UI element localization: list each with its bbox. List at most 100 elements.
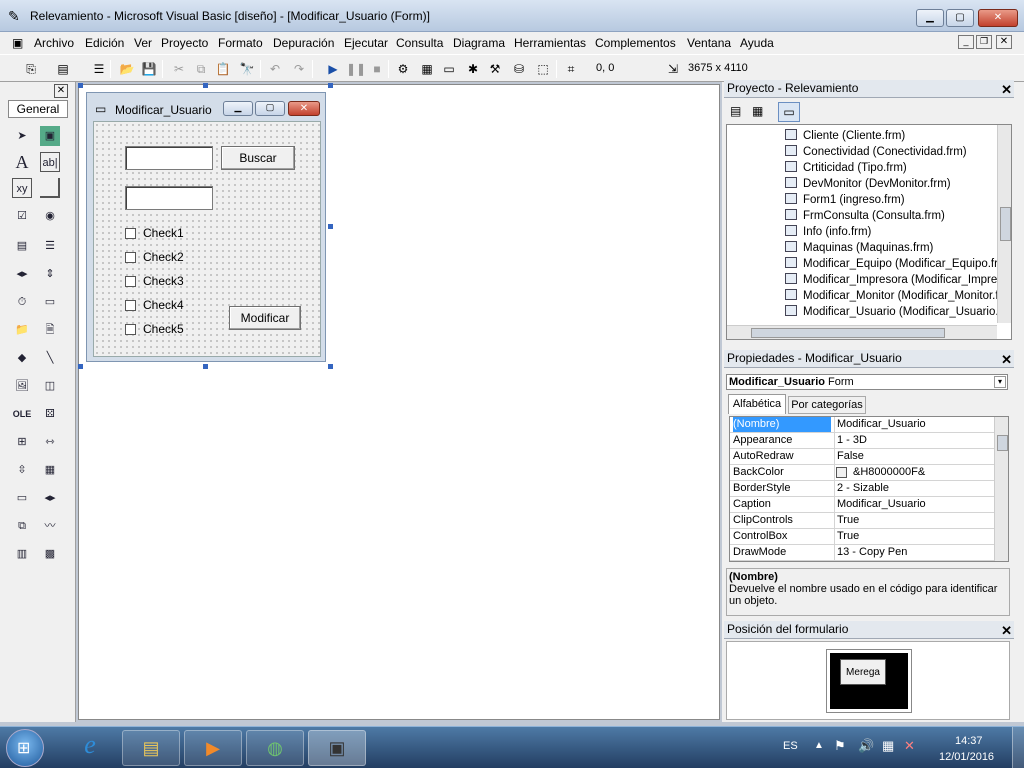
tree-item[interactable]: Info (info.frm) — [785, 225, 871, 241]
listbox-tool-icon[interactable]: ☰ — [40, 236, 60, 256]
menu-editor-icon[interactable]: ☰ — [90, 60, 108, 78]
object-selector[interactable]: Modificar_Usuario Form ▾ — [726, 374, 1008, 390]
explorer-taskbar-icon[interactable]: ▤ — [122, 730, 180, 766]
frame-tool-icon[interactable]: xy — [12, 178, 32, 198]
textbox-tool-icon[interactable]: ab| — [40, 152, 60, 172]
tab-por-categorias[interactable]: Por categorías — [788, 396, 866, 414]
volume-icon[interactable]: 🔊 — [858, 738, 874, 754]
form-layout-icon[interactable]: ▭ — [440, 60, 458, 78]
view-code-icon[interactable]: ▤ — [730, 104, 741, 118]
undo-icon[interactable]: ↶ — [266, 60, 284, 78]
action-center-icon[interactable]: ⚑ — [834, 738, 846, 754]
optionbutton-tool-icon[interactable]: ◉ — [40, 206, 60, 226]
menu-edicion[interactable]: Edición — [85, 36, 124, 50]
textbox-2[interactable] — [125, 186, 213, 210]
tree-item[interactable]: DevMonitor (DevMonitor.frm) — [785, 177, 951, 193]
commondialog-tool-icon[interactable]: ⚄ — [40, 404, 60, 424]
resize-handle[interactable] — [203, 83, 208, 88]
resize-handle[interactable] — [78, 83, 83, 88]
cut-icon[interactable]: ✂ — [170, 60, 188, 78]
project-explorer-icon[interactable]: ⚙ — [394, 60, 412, 78]
toolbox-icon[interactable]: ⚒ — [486, 60, 504, 78]
menu-proyecto[interactable]: Proyecto — [161, 36, 208, 50]
tree-item[interactable]: FrmConsulta (Consulta.frm) — [785, 209, 945, 225]
minimize-button[interactable]: ▁ — [916, 9, 944, 27]
menu-formato[interactable]: Formato — [218, 36, 263, 50]
tree-item[interactable]: Modificar_Monitor (Modificar_Monitor.fr — [785, 289, 1002, 305]
menu-ayuda[interactable]: Ayuda — [740, 36, 774, 50]
menu-ejecutar[interactable]: Ejecutar — [344, 36, 388, 50]
data-tool-icon[interactable]: ◫ — [40, 376, 60, 396]
copy-icon[interactable]: ⧉ — [192, 60, 210, 78]
buscar-button[interactable]: Buscar — [221, 146, 295, 170]
resize-handle[interactable] — [328, 364, 333, 369]
ole-tool-icon[interactable]: OLE — [12, 404, 32, 424]
tree-item[interactable]: Maquinas (Maquinas.frm) — [785, 241, 933, 257]
tree-item-selected[interactable]: Modificar_Usuario (Modificar_Usuario.fr — [785, 305, 1006, 321]
dbgrid-tool-icon[interactable]: ⊞ — [12, 432, 32, 452]
mdi-close-button[interactable]: ✕ — [996, 35, 1012, 49]
properties-grid[interactable]: (Nombre) Modificar_Usuario Appearance 1 - … — [729, 416, 1009, 562]
visual-component-manager-icon[interactable]: ⬚ — [534, 60, 552, 78]
resize-handle[interactable] — [78, 364, 83, 369]
clock-time[interactable]: 14:37 — [955, 735, 983, 747]
dirlistbox-tool-icon[interactable]: 📁 — [12, 320, 32, 340]
line-tool-icon[interactable]: ╲ — [40, 348, 60, 368]
prop-row[interactable]: AutoRedraw False — [730, 449, 994, 465]
resize-handle[interactable] — [328, 83, 333, 88]
textbox-1[interactable] — [125, 146, 213, 170]
commandbutton-tool-icon[interactable] — [40, 178, 60, 198]
properties-vscrollbar[interactable] — [994, 417, 1008, 561]
prop-row[interactable]: (Nombre) Modificar_Usuario — [730, 417, 994, 433]
start-icon[interactable]: ▶ — [324, 60, 342, 78]
mschart-tool-icon[interactable]: 〰 — [40, 516, 60, 536]
stop-icon[interactable]: ■ — [368, 60, 386, 78]
vb-app-icon[interactable]: ✎ — [8, 8, 24, 24]
form-window[interactable]: ▭ Modificar_Usuario ▁ ▢ ✕ Buscar Check1 … — [86, 92, 326, 362]
mdi-minimize-button[interactable]: _ — [958, 35, 974, 49]
menu-diagrama[interactable]: Diagrama — [453, 36, 505, 50]
show-desktop-button[interactable] — [1012, 727, 1024, 768]
toggle-folders-icon[interactable]: ▭ — [778, 102, 800, 122]
menu-depuracion[interactable]: Depuración — [273, 36, 334, 50]
scroll-thumb[interactable] — [997, 435, 1008, 451]
doc-icon[interactable]: ▣ — [12, 36, 23, 50]
properties-window-icon[interactable]: ▦ — [418, 60, 436, 78]
tree-item[interactable]: Modificar_Impresora (Modificar_Impreso — [785, 273, 1009, 289]
add-project-icon[interactable]: ⎘ — [22, 60, 40, 78]
tree-item[interactable]: Modificar_Equipo (Modificar_Equipo.frm — [785, 257, 1008, 273]
form-client-area[interactable]: Buscar Check1 Check2 Check3 Check4 Check… — [93, 121, 321, 357]
network-error-icon[interactable]: ✕ — [904, 738, 915, 754]
add-form-icon[interactable]: ▤ — [54, 60, 72, 78]
menu-ver[interactable]: Ver — [134, 36, 152, 50]
prop-row[interactable]: Caption Modificar_Usuario — [730, 497, 994, 513]
imagelist-tool-icon[interactable]: ⧉ — [12, 516, 32, 536]
media-player-taskbar-icon[interactable]: ▶ — [184, 730, 242, 766]
language-indicator[interactable]: ES — [783, 740, 798, 752]
menu-complementos[interactable]: Complementos — [595, 36, 676, 50]
filelistbox-tool-icon[interactable]: 🗎 — [40, 320, 60, 340]
dbcombo-tool-icon[interactable]: ⇿ — [40, 432, 60, 452]
prop-row[interactable]: BorderStyle 2 - Sizable — [730, 481, 994, 497]
picturebox-tool-icon[interactable]: ▣ — [40, 126, 60, 146]
timer-tool-icon[interactable]: ⏱ — [12, 292, 32, 312]
scroll-thumb[interactable] — [1000, 207, 1011, 241]
checkbox-tool-icon[interactable]: ☑ — [12, 206, 32, 226]
tree-item[interactable]: Crtiticidad (Tipo.frm) — [785, 161, 907, 177]
app-taskbar-icon[interactable]: ◍ — [246, 730, 304, 766]
tab-alfabetica[interactable]: Alfabética — [728, 394, 786, 414]
paste-icon[interactable]: 📋 — [214, 60, 232, 78]
drivelistbox-tool-icon[interactable]: ▭ — [40, 292, 60, 312]
updown-tool-icon[interactable]: ⇳ — [12, 460, 32, 480]
scroll-thumb[interactable] — [751, 328, 945, 338]
clock-date[interactable]: 12/01/2016 — [939, 751, 994, 763]
prop-row[interactable]: ControlBox True — [730, 529, 994, 545]
resize-handle[interactable] — [203, 364, 208, 369]
tree-item[interactable]: Cliente (Cliente.frm) — [785, 129, 905, 145]
vscrollbar-tool-icon[interactable]: ⇕ — [40, 264, 60, 284]
prop-row[interactable]: BackColor &H8000000F& — [730, 465, 994, 481]
project-vscrollbar[interactable] — [997, 125, 1011, 323]
project-close-icon[interactable]: ✕ — [1001, 81, 1012, 98]
open-icon[interactable]: 📂 — [118, 60, 136, 78]
object-browser-icon[interactable]: ✱ — [464, 60, 482, 78]
